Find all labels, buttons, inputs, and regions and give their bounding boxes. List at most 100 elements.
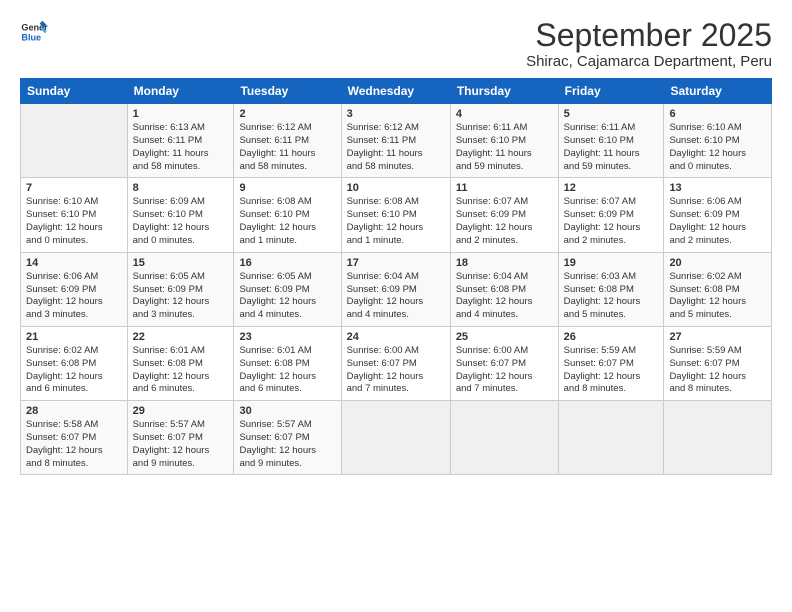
table-row: 9Sunrise: 6:08 AMSunset: 6:10 PMDaylight… [234,178,341,252]
day-number: 7 [26,182,122,194]
day-info: Sunrise: 6:11 AMSunset: 6:10 PMDaylight:… [456,122,553,173]
day-info: Sunrise: 6:01 AMSunset: 6:08 PMDaylight:… [133,345,229,396]
day-number: 28 [26,405,122,417]
table-row: 8Sunrise: 6:09 AMSunset: 6:10 PMDaylight… [127,178,234,252]
day-number: 9 [239,182,335,194]
logo: General Blue [20,18,48,46]
table-row: 17 Sunrise: 6:04 AMSunset: 6:09 PMDayligh… [341,252,450,326]
day-info: Sunrise: 6:10 AMSunset: 6:10 PMDaylight:… [26,196,122,247]
col-wednesday: Wednesday [341,79,450,104]
day-info: Sunrise: 6:11 AMSunset: 6:10 PMDaylight:… [564,122,659,173]
day-info: Sunrise: 5:59 AMSunset: 6:07 PMDaylight:… [564,345,659,396]
table-row [450,401,558,475]
day-info: Sunrise: 6:06 AMSunset: 6:09 PMDaylight:… [26,271,122,322]
table-row: 12 Sunrise: 6:07 AMSunset: 6:09 PMDayligh… [558,178,664,252]
day-number: 19 [564,257,659,269]
table-row: 16 Sunrise: 6:05 AMSunset: 6:09 PMDayligh… [234,252,341,326]
calendar-table: Sunday Monday Tuesday Wednesday Thursday… [20,78,772,475]
table-row: 2 Sunrise: 6:12 AMSunset: 6:11 PMDaylight… [234,104,341,178]
day-info: Sunrise: 6:03 AMSunset: 6:08 PMDaylight:… [564,271,659,322]
table-row: 11 Sunrise: 6:07 AMSunset: 6:09 PMDayligh… [450,178,558,252]
col-saturday: Saturday [664,79,772,104]
table-row [21,104,128,178]
day-number: 21 [26,331,122,343]
page-header: General Blue September 2025 Shirac, Caja… [20,18,772,70]
day-info: Sunrise: 6:06 AMSunset: 6:09 PMDaylight:… [669,196,766,247]
day-number: 11 [456,182,553,194]
table-row: 22 Sunrise: 6:01 AMSunset: 6:08 PMDayligh… [127,326,234,400]
table-row: 24 Sunrise: 6:00 AMSunset: 6:07 PMDayligh… [341,326,450,400]
day-number: 27 [669,331,766,343]
table-row: 1Sunrise: 6:13 AMSunset: 6:11 PMDaylight… [127,104,234,178]
day-info: Sunrise: 6:05 AMSunset: 6:09 PMDaylight:… [133,271,229,322]
day-number: 5 [564,108,659,120]
day-info: Sunrise: 6:07 AMSunset: 6:09 PMDaylight:… [564,196,659,247]
day-info: Sunrise: 6:00 AMSunset: 6:07 PMDaylight:… [456,345,553,396]
day-info: Sunrise: 6:01 AMSunset: 6:08 PMDaylight:… [239,345,335,396]
day-number: 4 [456,108,553,120]
table-row: 5 Sunrise: 6:11 AMSunset: 6:10 PMDaylight… [558,104,664,178]
table-row: 10 Sunrise: 6:08 AMSunset: 6:10 PMDayligh… [341,178,450,252]
table-row: 7 Sunrise: 6:10 AMSunset: 6:10 PMDaylight… [21,178,128,252]
day-info: Sunrise: 6:09 AMSunset: 6:10 PMDaylight:… [133,196,229,247]
day-number: 22 [133,331,229,343]
table-row: 4 Sunrise: 6:11 AMSunset: 6:10 PMDaylight… [450,104,558,178]
day-info: Sunrise: 5:59 AMSunset: 6:07 PMDaylight:… [669,345,766,396]
table-row: 26 Sunrise: 5:59 AMSunset: 6:07 PMDayligh… [558,326,664,400]
calendar-header-row: Sunday Monday Tuesday Wednesday Thursday… [21,79,772,104]
calendar-week-3: 14 Sunrise: 6:06 AMSunset: 6:09 PMDayligh… [21,252,772,326]
day-info: Sunrise: 6:07 AMSunset: 6:09 PMDaylight:… [456,196,553,247]
location-title: Shirac, Cajamarca Department, Peru [526,53,772,70]
table-row: 23 Sunrise: 6:01 AMSunset: 6:08 PMDayligh… [234,326,341,400]
day-info: Sunrise: 6:00 AMSunset: 6:07 PMDaylight:… [347,345,445,396]
table-row: 19 Sunrise: 6:03 AMSunset: 6:08 PMDayligh… [558,252,664,326]
day-number: 24 [347,331,445,343]
day-info: Sunrise: 5:57 AMSunset: 6:07 PMDaylight:… [133,419,229,470]
day-number: 12 [564,182,659,194]
table-row: 30 Sunrise: 5:57 AMSunset: 6:07 PMDayligh… [234,401,341,475]
day-number: 16 [239,257,335,269]
calendar-week-1: 1Sunrise: 6:13 AMSunset: 6:11 PMDaylight… [21,104,772,178]
day-number: 14 [26,257,122,269]
table-row: 15 Sunrise: 6:05 AMSunset: 6:09 PMDayligh… [127,252,234,326]
calendar-week-2: 7 Sunrise: 6:10 AMSunset: 6:10 PMDaylight… [21,178,772,252]
day-number: 23 [239,331,335,343]
logo-icon: General Blue [20,18,48,46]
day-number: 15 [133,257,229,269]
day-number: 1 [133,108,229,120]
calendar-week-4: 21 Sunrise: 6:02 AMSunset: 6:08 PMDayligh… [21,326,772,400]
day-info: Sunrise: 6:12 AMSunset: 6:11 PMDaylight:… [239,122,335,173]
day-number: 10 [347,182,445,194]
col-tuesday: Tuesday [234,79,341,104]
table-row: 25Sunrise: 6:00 AMSunset: 6:07 PMDayligh… [450,326,558,400]
day-number: 18 [456,257,553,269]
table-row: 29 Sunrise: 5:57 AMSunset: 6:07 PMDayligh… [127,401,234,475]
table-row: 14 Sunrise: 6:06 AMSunset: 6:09 PMDayligh… [21,252,128,326]
table-row: 27 Sunrise: 5:59 AMSunset: 6:07 PMDayligh… [664,326,772,400]
day-number: 13 [669,182,766,194]
table-row: 20Sunrise: 6:02 AMSunset: 6:08 PMDayligh… [664,252,772,326]
table-row: 3Sunrise: 6:12 AMSunset: 6:11 PMDaylight… [341,104,450,178]
col-friday: Friday [558,79,664,104]
day-info: Sunrise: 6:12 AMSunset: 6:11 PMDaylight:… [347,122,445,173]
day-number: 2 [239,108,335,120]
svg-text:Blue: Blue [21,32,41,42]
day-info: Sunrise: 6:10 AMSunset: 6:10 PMDaylight:… [669,122,766,173]
day-number: 29 [133,405,229,417]
day-info: Sunrise: 6:02 AMSunset: 6:08 PMDaylight:… [26,345,122,396]
table-row: 13 Sunrise: 6:06 AMSunset: 6:09 PMDayligh… [664,178,772,252]
day-number: 26 [564,331,659,343]
calendar-week-5: 28 Sunrise: 5:58 AMSunset: 6:07 PMDayligh… [21,401,772,475]
table-row: 28 Sunrise: 5:58 AMSunset: 6:07 PMDayligh… [21,401,128,475]
day-info: Sunrise: 5:57 AMSunset: 6:07 PMDaylight:… [239,419,335,470]
day-info: Sunrise: 6:02 AMSunset: 6:08 PMDaylight:… [669,271,766,322]
day-info: Sunrise: 6:08 AMSunset: 6:10 PMDaylight:… [347,196,445,247]
day-number: 17 [347,257,445,269]
day-info: Sunrise: 6:04 AMSunset: 6:09 PMDaylight:… [347,271,445,322]
col-sunday: Sunday [21,79,128,104]
day-info: Sunrise: 6:05 AMSunset: 6:09 PMDaylight:… [239,271,335,322]
day-info: Sunrise: 5:58 AMSunset: 6:07 PMDaylight:… [26,419,122,470]
title-block: September 2025 Shirac, Cajamarca Departm… [526,18,772,70]
col-thursday: Thursday [450,79,558,104]
day-number: 30 [239,405,335,417]
